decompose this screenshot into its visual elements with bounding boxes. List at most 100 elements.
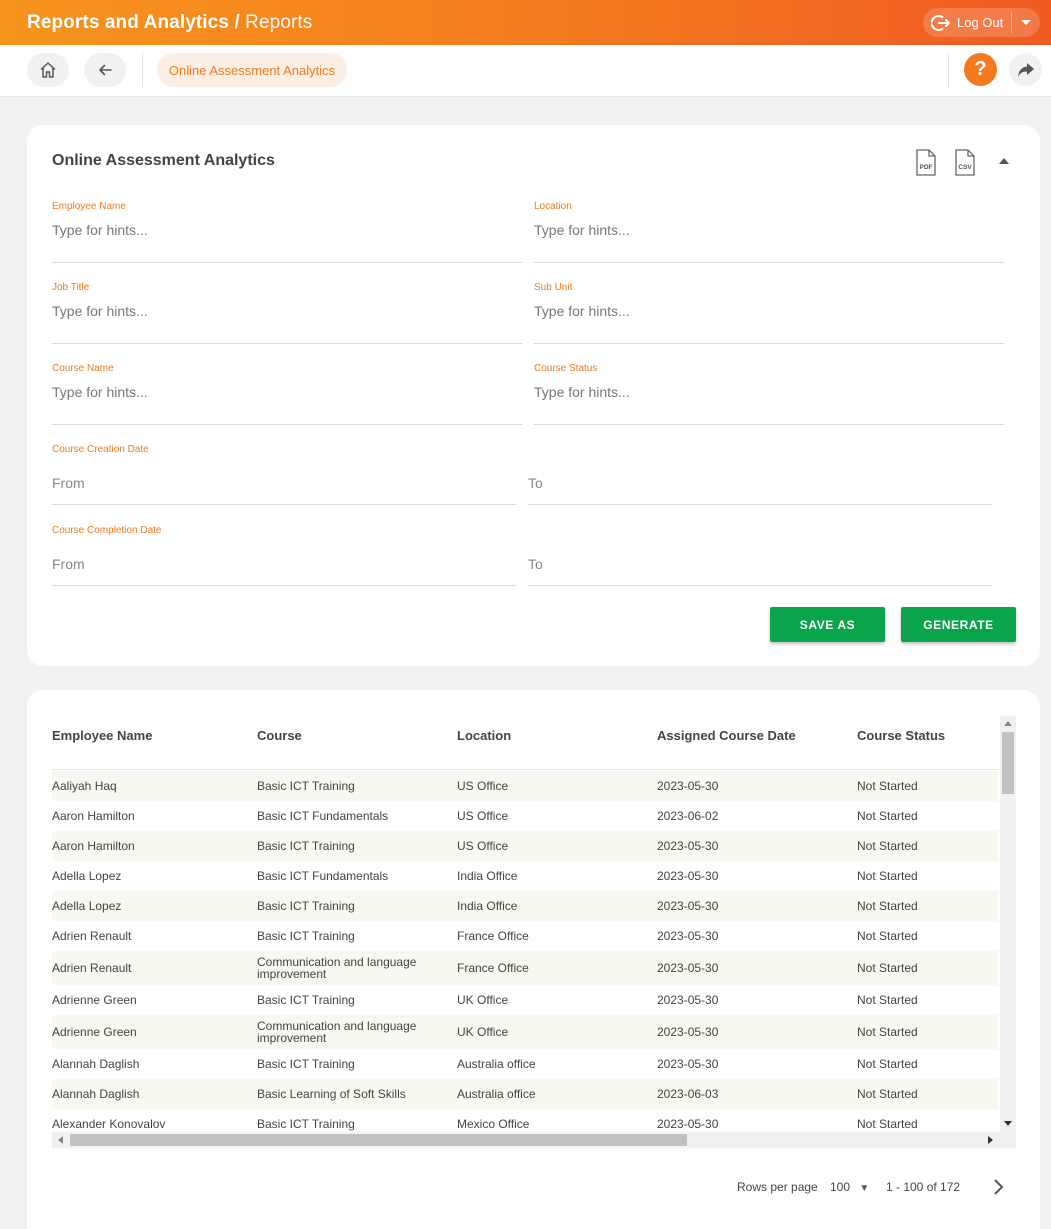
cell-assigned-date: 2023-05-30 (657, 1025, 719, 1039)
pdf-label: PDF (920, 164, 933, 171)
rows-per-page-value: 100 (830, 1180, 851, 1194)
table-row[interactable]: Aaron Hamilton Basic ICT Fundamentals US O… (52, 801, 998, 831)
cell-status: Not Started (857, 961, 918, 975)
page-title: Reports and Analytics / Reports (27, 12, 312, 34)
cell-course: Basic ICT Training (257, 1117, 355, 1131)
horizontal-scroll-thumb[interactable] (70, 1134, 687, 1146)
table-row[interactable]: Alannah Daglish Basic Learning of Soft Sk… (52, 1079, 998, 1109)
arrow-left-icon (99, 64, 112, 76)
course-name-field: Course Name (52, 355, 522, 425)
creation-date-from[interactable]: From (52, 475, 516, 505)
filter-panel-title: Online Assessment Analytics (52, 152, 275, 169)
table-row[interactable]: Adrien Renault Communication and language… (52, 951, 998, 985)
column-header-location[interactable]: Location (457, 728, 511, 743)
cell-assigned-date: 2023-05-30 (657, 869, 719, 883)
cell-status: Not Started (857, 869, 918, 883)
sub-unit-field: Sub Unit (534, 274, 1004, 344)
course-status-label: Course Status (534, 363, 598, 374)
cell-location: Australia office (457, 1087, 536, 1101)
column-header-course[interactable]: Course (257, 728, 302, 743)
cell-assigned-date: 2023-06-03 (657, 1087, 719, 1101)
next-page-button[interactable] (990, 1178, 1006, 1201)
breadcrumb[interactable]: Online Assessment Analytics (157, 53, 347, 87)
cell-employee-name: Adrienne Green (52, 993, 137, 1007)
csv-export-icon[interactable]: CSV (953, 149, 977, 177)
nav-divider (142, 53, 143, 87)
table-row[interactable]: Aaliyah Haq Basic ICT Training US Office 20… (52, 771, 998, 801)
pdf-export-icon[interactable]: PDF (914, 149, 938, 177)
home-button[interactable] (27, 53, 69, 87)
cell-assigned-date: 2023-05-30 (657, 839, 719, 853)
cell-status: Not Started (857, 779, 918, 793)
job-title-input[interactable] (52, 303, 522, 319)
course-name-input[interactable] (52, 384, 522, 400)
cell-course: Basic ICT Training (257, 839, 355, 853)
scroll-down-icon[interactable] (1004, 1121, 1012, 1126)
rows-per-page-select[interactable]: 100 ▼ (830, 1180, 869, 1194)
cell-course: Basic ICT Training (257, 779, 355, 793)
cell-status: Not Started (857, 1117, 918, 1131)
cell-location: France Office (457, 961, 529, 975)
chevron-down-icon[interactable] (1021, 20, 1031, 25)
creation-date-to[interactable]: To (528, 475, 992, 505)
cell-status: Not Started (857, 809, 918, 823)
cell-course: Basic ICT Training (257, 929, 355, 943)
completion-date-to[interactable]: To (528, 556, 992, 586)
horizontal-scrollbar[interactable] (52, 1132, 1016, 1148)
cell-assigned-date: 2023-05-30 (657, 779, 719, 793)
table-row[interactable]: Adella Lopez Basic ICT Fundamentals India … (52, 861, 998, 891)
table-row[interactable]: Adella Lopez Basic ICT Training India Offi… (52, 891, 998, 921)
scroll-right-icon[interactable] (988, 1136, 993, 1144)
table-row[interactable]: Aaron Hamilton Basic ICT Training US Offic… (52, 831, 998, 861)
vertical-scrollbar[interactable] (1000, 716, 1016, 1132)
column-header-assigned-date[interactable]: Assigned Course Date (657, 728, 796, 743)
location-field: Location (534, 193, 1004, 263)
table-header: Employee Name Course Location Assigned C… (52, 716, 998, 770)
caret-down-icon: ▼ (859, 1183, 870, 1194)
completion-date-from[interactable]: From (52, 556, 516, 586)
employee-name-input[interactable] (52, 222, 522, 238)
vertical-scroll-thumb[interactable] (1002, 732, 1014, 794)
share-button[interactable] (1009, 53, 1042, 86)
cell-status: Not Started (857, 839, 918, 853)
collapse-icon[interactable] (999, 158, 1009, 164)
cell-employee-name: Aaron Hamilton (52, 809, 135, 823)
cell-status: Not Started (857, 1087, 918, 1101)
header-subtitle: Reports (245, 11, 313, 33)
cell-location: Mexico Office (457, 1117, 530, 1131)
pagination-range: 1 - 100 of 172 (886, 1180, 961, 1194)
cell-course: Basic ICT Training (257, 899, 355, 913)
help-button[interactable]: ? (964, 53, 997, 86)
column-header-status[interactable]: Course Status (857, 728, 945, 743)
course-status-input[interactable] (534, 384, 1004, 400)
cell-employee-name: Alannah Daglish (52, 1057, 140, 1071)
save-as-button[interactable]: SAVE AS (770, 607, 885, 642)
generate-button[interactable]: GENERATE (901, 607, 1016, 642)
header-title: Reports and Analytics (27, 11, 229, 33)
table-row[interactable]: Alannah Daglish Basic ICT Training Austral… (52, 1049, 998, 1079)
cell-assigned-date: 2023-05-30 (657, 993, 719, 1007)
job-title-field: Job Title (52, 274, 522, 344)
cell-location: US Office (457, 779, 509, 793)
table-row[interactable]: Adrienne Green Basic ICT Training UK Offic… (52, 985, 998, 1015)
rows-per-page-label: Rows per page (737, 1180, 818, 1194)
back-button[interactable] (84, 53, 126, 87)
column-header-employee[interactable]: Employee Name (52, 728, 152, 743)
logout-label: Log Out (957, 15, 1004, 30)
sub-unit-input[interactable] (534, 303, 1004, 319)
cell-course: Basic ICT Fundamentals (257, 809, 389, 823)
employee-name-field: Employee Name (52, 193, 522, 263)
completion-date-label: Course Completion Date (52, 525, 162, 536)
cell-employee-name: Alexander Konovalov (52, 1117, 166, 1131)
cell-employee-name: Adella Lopez (52, 899, 122, 913)
table-row[interactable]: Adrienne Green Communication and language… (52, 1015, 998, 1049)
header-separator: / (234, 11, 240, 33)
cell-status: Not Started (857, 1057, 918, 1071)
cell-location: US Office (457, 809, 509, 823)
location-input[interactable] (534, 222, 1004, 238)
cell-employee-name: Adrien Renault (52, 929, 132, 943)
table-row[interactable]: Adrien Renault Basic ICT Training France O… (52, 921, 998, 951)
scroll-left-icon[interactable] (58, 1136, 63, 1144)
scroll-up-icon[interactable] (1004, 721, 1012, 726)
logout-button[interactable]: Log Out (923, 8, 1040, 37)
